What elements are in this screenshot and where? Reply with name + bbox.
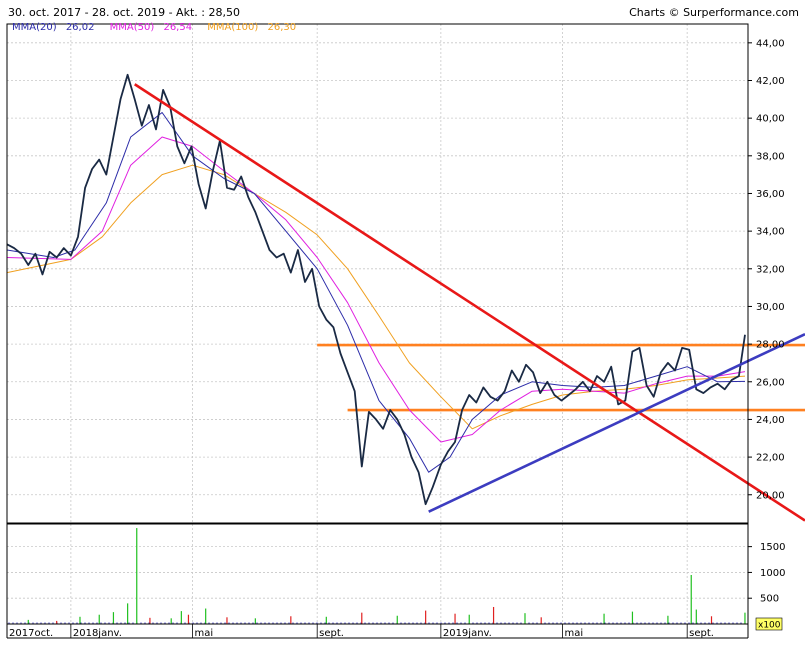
price-tick-label: 40,00 (756, 114, 785, 125)
price-tick-label: 28,00 (756, 340, 785, 351)
x-tick-label: 2017oct. (9, 628, 53, 639)
price-tick-label: 26,00 (756, 377, 785, 388)
chart-date-range: 30. oct. 2017 - 28. oct. 2019 - Akt. : 2… (8, 6, 240, 19)
x-tick-label: mai (195, 628, 214, 639)
price-panel-frame (6, 23, 749, 524)
x-tick-label: mai (564, 628, 583, 639)
y-axis-labels: 20,00 22,00 24,00 26,00 28,00 30,00 32,00 34,00… (755, 38, 785, 631)
volume-bars (8, 528, 746, 624)
x-axis-labels: 2017oct. 2018janv. mai sept. 2019janv. mai sep… (9, 628, 714, 639)
legend-mma50-value: 26,54 (163, 22, 193, 33)
price-tick-label: 22,00 (756, 453, 785, 464)
x-tick-label: sept. (689, 628, 714, 639)
legend-mma20: MMA(20) 26,02 (12, 22, 100, 33)
legend-mma50-label: MMA(50) (109, 22, 155, 33)
price-tick-label: 30,00 (756, 302, 785, 313)
volume-tick-label: 1500 (760, 542, 785, 553)
series-line-mma100 (6, 164, 746, 430)
price-tick-label: 34,00 (756, 227, 785, 238)
legend-mma100-label: MMA(100) (207, 22, 259, 33)
x-tick-label: sept. (319, 628, 344, 639)
legend-mma50: MMA(50) 26,54 (110, 22, 198, 33)
legend-mma100: MMA(100) 26,30 (207, 22, 302, 33)
series-line-mma50 (6, 136, 746, 443)
price-tick-label: 32,00 (756, 264, 785, 275)
chart-credit: Charts © Surperformance.com (629, 6, 799, 19)
volume-panel-frame (6, 523, 749, 625)
price-tick-label: 36,00 (756, 189, 785, 200)
volume-unit-label: x100 (758, 621, 781, 631)
volume-tick-label: 1000 (760, 568, 785, 579)
price-tick-label: 42,00 (756, 76, 785, 87)
price-tick-label: 24,00 (756, 415, 785, 426)
price-tick-label: 20,00 (756, 490, 785, 501)
axes (6, 23, 752, 639)
x-tick-label: 2019janv. (443, 628, 492, 639)
legend-mma100-value: 26,30 (267, 22, 297, 33)
price-tick-label: 44,00 (756, 38, 785, 49)
legend-mma20-value: 26,02 (65, 22, 95, 33)
trendlines-diagonal (134, 83, 805, 522)
price-series (6, 73, 746, 506)
series-line-price (6, 73, 746, 506)
trendline-downtrend (134, 83, 805, 522)
price-tick-label: 38,00 (756, 151, 785, 162)
x-tick-label: 2018janv. (73, 628, 122, 639)
legend-mma20-label: MMA(20) (12, 22, 57, 33)
stock-chart: 20,00 22,00 24,00 26,00 28,00 30,00 32,00 34,00… (6, 23, 805, 639)
volume-tick-label: 500 (760, 594, 779, 605)
chart-legend: MMA(20) 26,02 MMA(50) 26,54 MMA(100) 26,… (12, 22, 308, 33)
